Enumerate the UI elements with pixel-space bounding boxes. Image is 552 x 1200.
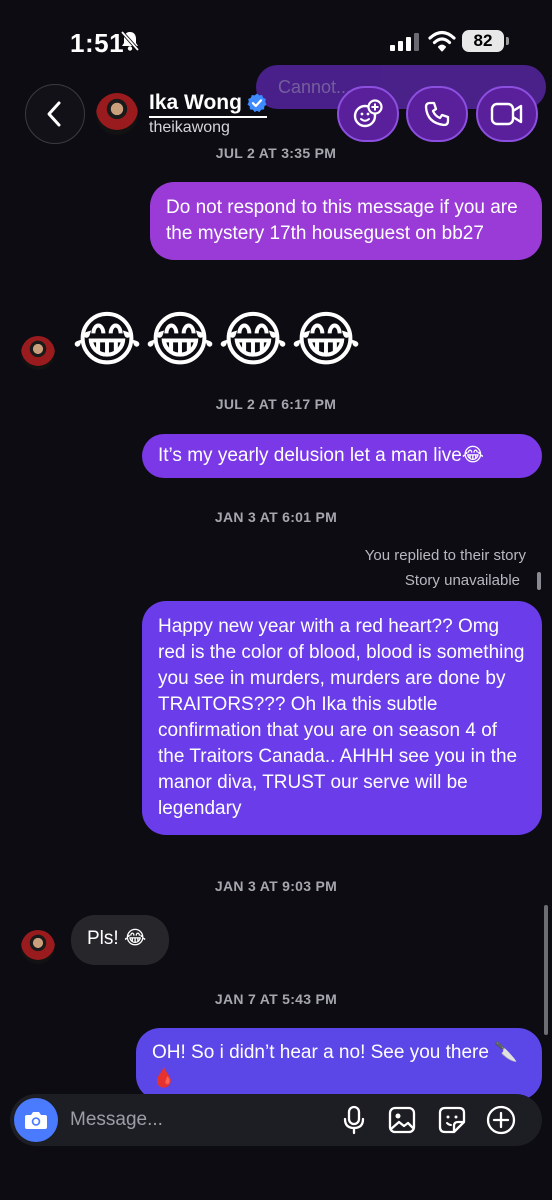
camera-button[interactable] xyxy=(14,1098,58,1142)
sticker-icon xyxy=(438,1106,466,1134)
gallery-button[interactable] xyxy=(385,1103,419,1137)
message-input[interactable] xyxy=(70,1106,310,1134)
voice-call-button[interactable] xyxy=(406,86,468,142)
camera-icon xyxy=(25,1112,47,1129)
emoji: 😂 xyxy=(145,306,216,373)
emoji: 😂 xyxy=(218,306,289,373)
bell-slash-icon xyxy=(120,30,140,52)
voice-message-button[interactable] xyxy=(337,1103,371,1137)
sender-avatar[interactable] xyxy=(21,336,55,370)
microphone-icon xyxy=(343,1105,365,1135)
image-icon xyxy=(388,1106,416,1134)
emoji: 😂 xyxy=(72,306,143,373)
status-time: 1:51 xyxy=(70,28,125,58)
story-reply-label: You replied to their story xyxy=(364,547,526,564)
contact-name[interactable]: Ika Wong xyxy=(149,91,242,115)
outgoing-message[interactable]: Do not respond to this message if you ar… xyxy=(150,182,542,260)
outgoing-message[interactable]: OH! So i didn’t hear a no! See you there… xyxy=(136,1028,542,1100)
verified-badge-icon xyxy=(247,93,267,113)
contact-avatar[interactable] xyxy=(96,93,138,135)
contact-handle: theikawong xyxy=(149,119,230,136)
phone-icon xyxy=(424,101,450,127)
scrollbar[interactable] xyxy=(544,905,548,1035)
chevron-left-icon xyxy=(47,101,61,127)
face-plus-icon xyxy=(353,99,383,128)
outgoing-message[interactable]: Happy new year with a red heart?? Omg re… xyxy=(142,601,542,835)
story-unavailable-label[interactable]: Story unavailable xyxy=(405,572,520,589)
outgoing-message[interactable]: It’s my yearly delusion let a man live😂 xyxy=(142,434,542,478)
story-reply-indicator xyxy=(537,572,541,590)
sender-avatar[interactable] xyxy=(21,930,55,964)
incoming-emoji-message[interactable]: 😂 😂 😂 😂 xyxy=(72,306,362,374)
back-button[interactable] xyxy=(25,84,85,144)
incoming-message[interactable]: Pls! 😂 xyxy=(71,915,169,965)
cellular-signal-icon xyxy=(390,33,419,51)
name-underline xyxy=(149,116,267,118)
more-options-button[interactable] xyxy=(484,1103,518,1137)
sticker-button[interactable] xyxy=(435,1103,469,1137)
timestamp: JUL 2 AT 6:17 PM xyxy=(215,396,337,412)
plus-circle-icon xyxy=(486,1105,516,1135)
video-call-button[interactable] xyxy=(476,86,538,142)
timestamp: JAN 7 AT 5:43 PM xyxy=(214,991,338,1007)
emoji: 😂 xyxy=(291,306,362,373)
timestamp: JUL 2 AT 3:35 PM xyxy=(215,145,337,161)
video-camera-icon xyxy=(490,102,523,126)
effects-button[interactable] xyxy=(337,86,399,142)
timestamp: JAN 3 AT 6:01 PM xyxy=(214,509,338,525)
wifi-icon xyxy=(428,30,456,52)
battery-indicator: 82 xyxy=(462,30,509,52)
timestamp: JAN 3 AT 9:03 PM xyxy=(214,878,338,894)
